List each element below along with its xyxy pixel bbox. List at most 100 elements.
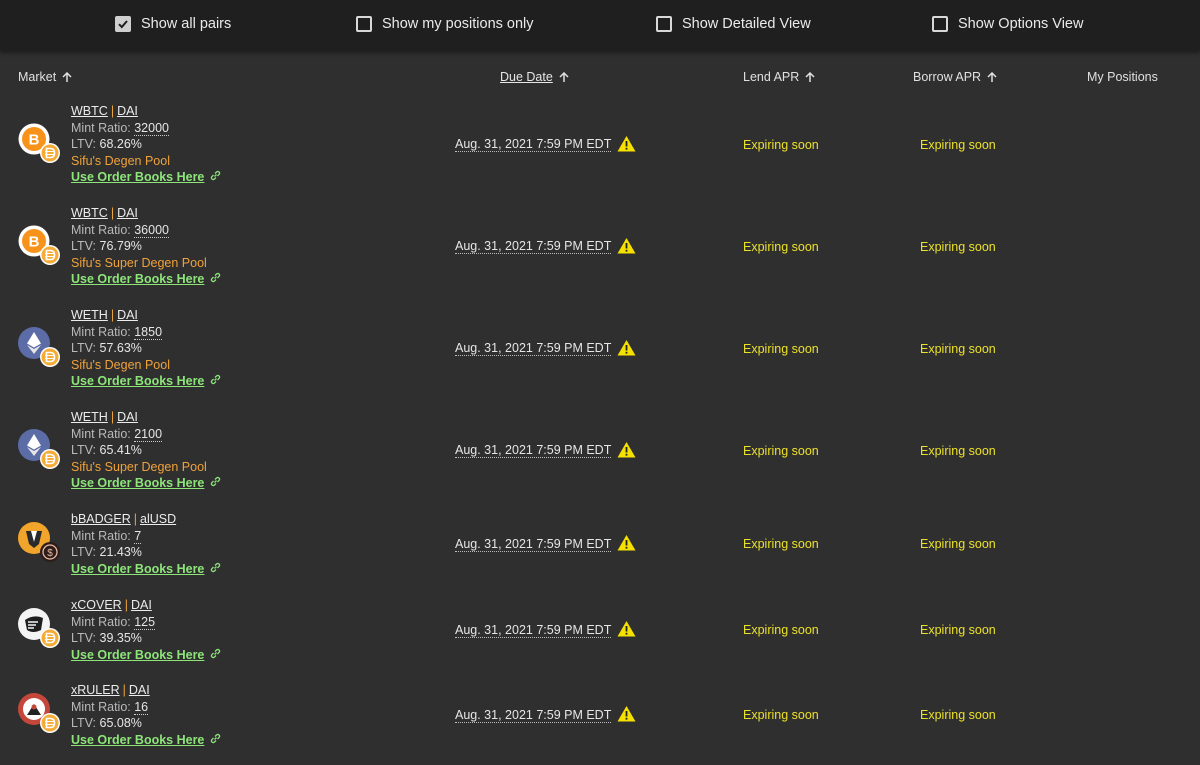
show-detailed-view-checkbox[interactable]: Show Detailed View xyxy=(656,16,811,32)
market-info: WETH | DAI Mint Ratio: 1850 LTV: 57.63% Si… xyxy=(71,307,221,390)
base-token-link[interactable]: WBTC xyxy=(71,206,108,220)
order-books-link[interactable]: Use Order Books Here xyxy=(71,373,221,390)
ltv-value: 76.79% xyxy=(99,239,142,254)
mint-ratio: Mint Ratio: 32000 xyxy=(71,120,221,137)
market-info: WETH | DAI Mint Ratio: 2100 LTV: 65.41% Si… xyxy=(71,409,221,492)
show-options-view-checkbox[interactable]: Show Options View xyxy=(932,16,1083,32)
warning-icon[interactable] xyxy=(617,237,636,257)
link-icon xyxy=(210,561,221,578)
market-icons xyxy=(18,693,64,739)
lend-apr-cell: Expiring soon xyxy=(743,708,819,723)
link-icon xyxy=(210,475,221,492)
quote-token-link[interactable]: alUSD xyxy=(140,512,176,526)
svg-text:$: $ xyxy=(47,548,53,559)
base-token-link[interactable]: WETH xyxy=(71,410,108,424)
warning-icon[interactable] xyxy=(617,620,636,640)
warning-icon[interactable] xyxy=(617,534,636,554)
quote-token-link[interactable]: DAI xyxy=(131,598,152,612)
sort-arrow-up-icon xyxy=(805,71,815,82)
due-date-cell: Aug. 31, 2021 7:59 PM EDT xyxy=(455,534,636,554)
column-label: Market xyxy=(18,70,57,84)
mint-ratio-value[interactable]: 125 xyxy=(134,614,156,630)
warning-icon[interactable] xyxy=(617,441,636,461)
mint-ratio-value[interactable]: 36000 xyxy=(134,222,169,238)
mint-ratio-value[interactable]: 7 xyxy=(134,528,142,544)
sort-arrow-up-icon xyxy=(62,71,72,82)
order-books-link[interactable]: Use Order Books Here xyxy=(71,732,221,749)
filter-label: Show my positions only xyxy=(382,16,534,32)
ltv: LTV: 57.63% xyxy=(71,340,221,357)
mint-ratio: Mint Ratio: 7 xyxy=(71,528,221,545)
filter-bar: Show all pairs Show my positions only Sh… xyxy=(0,0,1200,51)
due-date-column-header[interactable]: Due Date xyxy=(500,70,569,84)
base-token-link[interactable]: WBTC xyxy=(71,104,108,118)
show-all-pairs-checkbox[interactable]: Show all pairs xyxy=(115,16,231,32)
warning-icon[interactable] xyxy=(617,135,636,155)
borrow-apr-cell: Expiring soon xyxy=(920,239,996,254)
order-books-link[interactable]: Use Order Books Here xyxy=(71,647,221,664)
lend-apr-column-header[interactable]: Lend APR xyxy=(743,70,815,84)
order-books-label: Use Order Books Here xyxy=(71,561,205,576)
due-date-cell: Aug. 31, 2021 7:59 PM EDT xyxy=(455,705,636,725)
mint-ratio-value[interactable]: 2100 xyxy=(134,426,163,442)
pair-separator: | xyxy=(110,308,115,322)
pool-name: Sifu's Degen Pool xyxy=(71,357,170,372)
show-my-positions-checkbox[interactable]: Show my positions only xyxy=(356,16,534,32)
link-icon xyxy=(210,373,221,390)
order-books-label: Use Order Books Here xyxy=(71,647,205,662)
base-token-link[interactable]: xCOVER xyxy=(71,598,122,612)
due-date-cell: Aug. 31, 2021 7:59 PM EDT xyxy=(455,237,636,257)
market-pair: WBTC | DAI xyxy=(71,103,221,120)
filter-label: Show Detailed View xyxy=(682,16,811,32)
link-icon xyxy=(210,271,221,288)
market-column-header[interactable]: Market xyxy=(18,70,72,84)
mint-ratio-value[interactable]: 32000 xyxy=(134,120,169,136)
ltv-value: 68.26% xyxy=(99,137,142,152)
due-date[interactable]: Aug. 31, 2021 7:59 PM EDT xyxy=(455,708,612,723)
filter-label: Show Options View xyxy=(958,16,1084,32)
ltv-label: LTV: xyxy=(71,631,97,646)
mint-ratio-label: Mint Ratio: xyxy=(71,614,131,629)
link-icon xyxy=(210,169,221,186)
quote-token-link[interactable]: DAI xyxy=(117,410,138,424)
ltv: LTV: 76.79% xyxy=(71,238,221,255)
pair-separator: | xyxy=(133,512,137,526)
mint-ratio-value[interactable]: 1850 xyxy=(134,324,163,340)
due-date[interactable]: Aug. 31, 2021 7:59 PM EDT xyxy=(455,341,612,356)
quote-token-link[interactable]: DAI xyxy=(129,683,150,697)
market-pair: xCOVER | DAI xyxy=(71,597,221,614)
due-date-cell: Aug. 31, 2021 7:59 PM EDT xyxy=(455,620,636,640)
quote-token-link[interactable]: DAI xyxy=(117,206,138,220)
ltv-value: 39.35% xyxy=(99,631,142,646)
order-books-link[interactable]: Use Order Books Here xyxy=(71,561,221,578)
market-info: xCOVER | DAI Mint Ratio: 125 LTV: 39.35% U… xyxy=(71,597,221,663)
due-date-cell: Aug. 31, 2021 7:59 PM EDT xyxy=(455,339,636,359)
base-token-link[interactable]: WETH xyxy=(71,308,108,322)
due-date[interactable]: Aug. 31, 2021 7:59 PM EDT xyxy=(455,443,612,458)
lend-apr-cell: Expiring soon xyxy=(743,239,819,254)
market-info: xRULER | DAI Mint Ratio: 16 LTV: 65.08% Us… xyxy=(71,682,221,748)
mint-ratio: Mint Ratio: 125 xyxy=(71,614,221,631)
quote-token-link[interactable]: DAI xyxy=(117,308,138,322)
base-token-link[interactable]: bBADGER xyxy=(71,512,131,526)
due-date[interactable]: Aug. 31, 2021 7:59 PM EDT xyxy=(455,137,612,152)
borrow-apr-column-header[interactable]: Borrow APR xyxy=(913,70,997,84)
quote-token-link[interactable]: DAI xyxy=(117,104,138,118)
filter-label: Show all pairs xyxy=(141,16,232,32)
column-label: Lend APR xyxy=(743,70,800,84)
mint-ratio-value[interactable]: 16 xyxy=(134,699,149,715)
base-token-link[interactable]: xRULER xyxy=(71,683,120,697)
order-books-link[interactable]: Use Order Books Here xyxy=(71,475,221,492)
svg-text:B: B xyxy=(29,131,40,148)
due-date[interactable]: Aug. 31, 2021 7:59 PM EDT xyxy=(455,537,612,552)
pair-separator: | xyxy=(122,683,126,697)
warning-icon[interactable] xyxy=(617,705,636,725)
warning-icon[interactable] xyxy=(617,339,636,359)
due-date[interactable]: Aug. 31, 2021 7:59 PM EDT xyxy=(455,623,612,638)
market-icons: B xyxy=(18,123,64,169)
order-books-link[interactable]: Use Order Books Here xyxy=(71,169,221,186)
order-books-link[interactable]: Use Order Books Here xyxy=(71,271,221,288)
due-date[interactable]: Aug. 31, 2021 7:59 PM EDT xyxy=(455,239,612,254)
pool-name: Sifu's Super Degen Pool xyxy=(71,255,207,270)
market-icons xyxy=(18,428,64,475)
